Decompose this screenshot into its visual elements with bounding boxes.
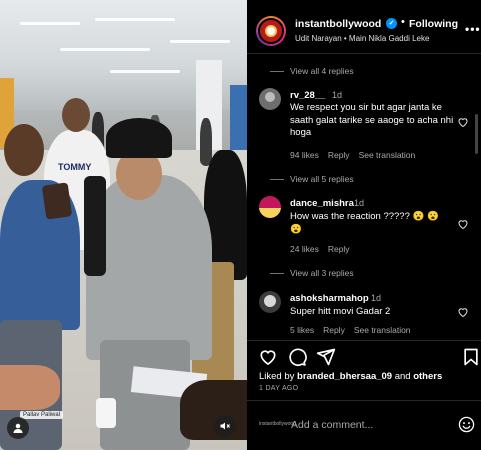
- hand-left: [0, 365, 60, 410]
- share-icon[interactable]: [316, 347, 336, 367]
- credit-tag: Pallav Paliwal: [20, 411, 64, 419]
- bookmark-icon[interactable]: [461, 347, 481, 367]
- signboard: [230, 85, 247, 155]
- post-sidebar: instantbollywood ✓ • Following Udit Nara…: [247, 0, 481, 450]
- post-media[interactable]: TOMMY Pallav Paliwal: [0, 0, 247, 450]
- comment-username[interactable]: dance_mishra: [290, 198, 354, 209]
- following-button[interactable]: Following: [409, 18, 458, 30]
- user-icon: [13, 423, 23, 433]
- comment-username[interactable]: rv_28__: [290, 90, 325, 101]
- liked-by: Liked by branded_bhersaa_09 and others: [259, 371, 442, 382]
- ceiling-light: [20, 22, 80, 25]
- shirt-text: TOMMY: [58, 162, 92, 172]
- sneaker: [96, 398, 116, 428]
- comment-time: 1d: [354, 198, 365, 208]
- commenter-avatar[interactable]: [259, 291, 281, 313]
- comment-text: Super hitt movi Gadar 2: [290, 306, 391, 317]
- scrollbar[interactable]: [475, 114, 478, 154]
- comment-like-icon[interactable]: [457, 218, 469, 230]
- mute-icon: [220, 422, 230, 430]
- liked-by-user[interactable]: branded_bhersaa_09: [297, 371, 392, 382]
- post-header: instantbollywood ✓ • Following Udit Nara…: [247, 0, 481, 54]
- comment-text: How was the reaction ????? 😮 😮 😮: [290, 211, 439, 235]
- comment-time: 1d: [332, 90, 343, 100]
- liked-by-and: and: [394, 371, 411, 382]
- comment-time: 1d: [371, 293, 382, 303]
- comments-list[interactable]: View all 4 replies rv_28__ 1d We respect…: [247, 54, 481, 340]
- comment-likes[interactable]: 5 likes: [290, 325, 314, 335]
- comment-composer: instantbollywood Add a comment...: [247, 400, 481, 450]
- separator-dot: •: [401, 16, 405, 28]
- comment-like-icon[interactable]: [457, 306, 469, 318]
- reply-button[interactable]: Reply: [328, 150, 350, 160]
- comment-meta: 24 likes Reply: [290, 244, 359, 254]
- ceiling-light: [110, 70, 180, 73]
- account-username[interactable]: instantbollywood: [295, 18, 381, 30]
- ceiling-light: [95, 18, 175, 21]
- see-translation-button[interactable]: See translation: [359, 150, 416, 160]
- ceiling-light: [60, 48, 150, 51]
- reply-button[interactable]: Reply: [323, 325, 345, 335]
- mute-button[interactable]: [214, 415, 236, 437]
- phone-in-hand: [41, 182, 73, 220]
- post-actions: Liked by branded_bhersaa_09 and others 1…: [247, 340, 481, 400]
- liked-by-prefix: Liked by: [259, 371, 295, 382]
- see-translation-button[interactable]: See translation: [354, 325, 411, 335]
- backpack-strap: [84, 176, 106, 276]
- comment-input[interactable]: Add a comment...: [291, 419, 373, 431]
- liked-by-others[interactable]: others: [413, 371, 442, 382]
- more-icon[interactable]: •••: [465, 22, 481, 36]
- comment-username[interactable]: ashoksharmahop: [290, 293, 369, 304]
- comment-text: We respect you sir but agar janta ke saa…: [290, 102, 454, 138]
- view-replies-button[interactable]: View all 3 replies: [270, 268, 354, 278]
- comment-icon[interactable]: [287, 347, 307, 367]
- account-avatar[interactable]: [256, 16, 286, 46]
- commenter-avatar[interactable]: [259, 196, 281, 218]
- comment-meta: 94 likes Reply See translation: [290, 150, 424, 160]
- comment-like-icon[interactable]: [457, 116, 469, 128]
- post-time[interactable]: 1 DAY AGO: [259, 385, 298, 392]
- audio-track[interactable]: Udit Narayan • Main Nikla Gaddi Leke: [295, 34, 429, 43]
- emoji-icon[interactable]: [458, 416, 475, 433]
- person-smiling-face: [4, 124, 44, 176]
- tagged-users-button[interactable]: [7, 417, 29, 439]
- bucket-hat: [106, 118, 172, 158]
- comment-meta: 5 likes Reply See translation: [290, 325, 420, 335]
- view-replies-button[interactable]: View all 4 replies: [270, 66, 354, 76]
- reply-button[interactable]: Reply: [328, 244, 350, 254]
- person-head: [62, 98, 90, 132]
- hand-foreground: [180, 380, 247, 440]
- ceiling-light: [170, 40, 230, 43]
- commenter-avatar[interactable]: [259, 88, 281, 110]
- comment-likes[interactable]: 24 likes: [290, 244, 319, 254]
- heart-icon[interactable]: [258, 347, 278, 367]
- verified-badge: ✓: [386, 18, 397, 29]
- comment-likes[interactable]: 94 likes: [290, 150, 319, 160]
- view-replies-button[interactable]: View all 5 replies: [270, 174, 354, 184]
